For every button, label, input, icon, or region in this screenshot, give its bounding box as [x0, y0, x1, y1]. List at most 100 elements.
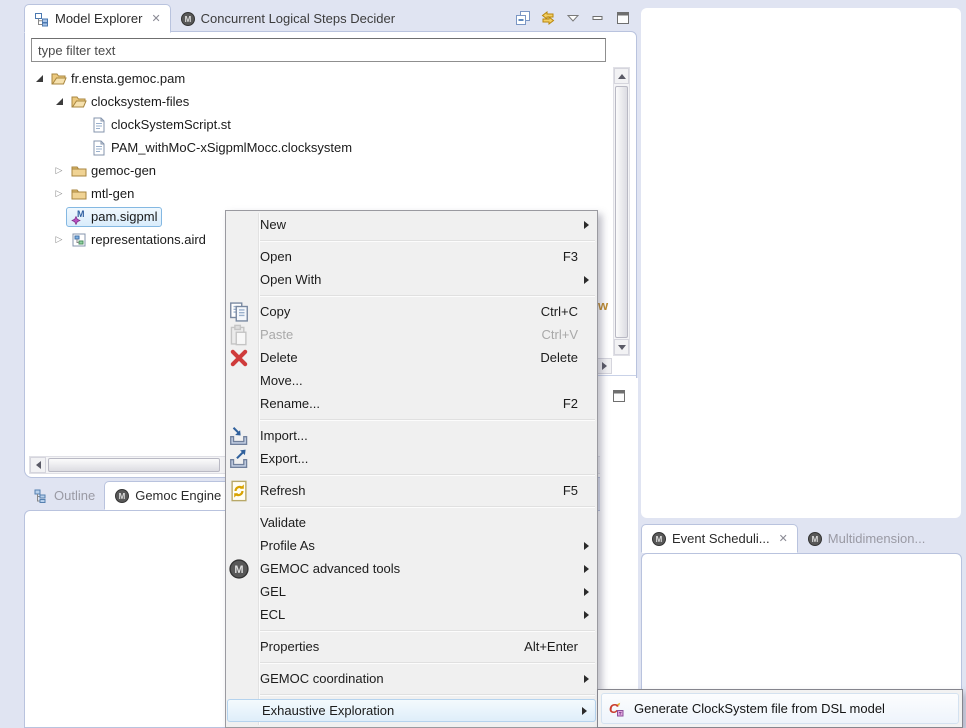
gemoc-icon: M	[114, 488, 130, 504]
menu-item-ecl[interactable]: ECL	[226, 603, 597, 626]
menu-separator	[260, 474, 595, 476]
paste-icon	[228, 324, 250, 346]
close-icon[interactable]: ✕	[779, 532, 788, 545]
tree-item-gemoc-gen[interactable]: gemoc-gen	[26, 159, 606, 182]
tab-concurrent-logical-steps-decider[interactable]: M Concurrent Logical Steps Decider	[171, 5, 404, 32]
menu-separator	[260, 630, 595, 632]
tab-label: Gemoc Engine	[135, 488, 221, 503]
clockgen-icon: C	[608, 701, 624, 717]
file-icon	[91, 140, 107, 156]
tab-multidimensional[interactable]: M Multidimension...	[798, 525, 935, 552]
maximize-icon[interactable]	[615, 10, 631, 26]
close-icon[interactable]: ✕	[151, 12, 160, 25]
vertical-scrollbar[interactable]	[613, 67, 630, 356]
model-explorer-icon	[34, 11, 50, 27]
event-scheduling-tabrow: M Event Scheduli... ✕ M Multidimension..…	[641, 524, 962, 552]
menu-item-rename[interactable]: Rename... F2	[226, 392, 597, 415]
submenu-arrow-icon	[576, 707, 587, 715]
folderOpen-icon	[71, 94, 87, 110]
svg-text:M: M	[656, 535, 663, 544]
submenu-item-label: Generate ClockSystem file from DSL model	[634, 701, 885, 716]
menu-separator	[260, 506, 595, 508]
view-menu-icon[interactable]	[565, 10, 581, 26]
scrollbar-thumb[interactable]	[615, 86, 628, 338]
menu-item-open-with[interactable]: Open With	[226, 268, 597, 291]
svg-text:M: M	[234, 564, 243, 576]
menu-item-import[interactable]: Import...	[226, 424, 597, 447]
submenu-arrow-icon	[578, 221, 589, 229]
expand-arrow[interactable]	[52, 189, 66, 198]
scrollbar-thumb[interactable]	[48, 458, 220, 472]
minimized-view-strip	[600, 378, 638, 728]
scroll-up-button[interactable]	[614, 68, 629, 84]
exhaustive-exploration-submenu: C Generate ClockSystem file from DSL mode…	[597, 689, 963, 728]
menu-item-validate[interactable]: Validate	[226, 511, 597, 534]
refresh-icon	[228, 480, 250, 502]
copy-icon	[228, 301, 250, 323]
svg-text:M: M	[77, 209, 85, 219]
tab-label: Concurrent Logical Steps Decider	[201, 11, 395, 26]
menu-separator	[260, 240, 595, 242]
menu-item-delete[interactable]: Delete Delete	[226, 346, 597, 369]
context-menu: New Open F3 Open With Copy Ctrl+C Paste …	[225, 210, 598, 728]
submenu-arrow-icon	[578, 675, 589, 683]
menu-item-open[interactable]: Open F3	[226, 245, 597, 268]
filter-input[interactable]	[31, 38, 606, 62]
submenu-arrow-icon	[578, 276, 589, 284]
gemoc-icon: M	[228, 558, 250, 580]
tree-item-fr-ensta-gemoc-pam[interactable]: fr.ensta.gemoc.pam	[26, 67, 606, 90]
tab-label: Model Explorer	[55, 11, 142, 26]
tab-label: Event Scheduli...	[672, 531, 770, 546]
menu-separator	[260, 694, 595, 696]
menu-item-refresh[interactable]: Refresh F5	[226, 479, 597, 502]
tree-item-clocksystem-files[interactable]: clocksystem-files	[26, 90, 606, 113]
tree-item-pam-withmoc-xsigpmlmocc-clocksystem[interactable]: PAM_withMoC-xSigpmlMocc.clocksystem	[26, 136, 606, 159]
menu-separator	[260, 662, 595, 664]
menu-item-exhaustive-exploration[interactable]: Exhaustive Exploration	[227, 699, 596, 722]
tree-item-clocksystemscript-st[interactable]: clockSystemScript.st	[26, 113, 606, 136]
scroll-left-button[interactable]	[30, 457, 46, 473]
menu-item-profile-as[interactable]: Profile As	[226, 534, 597, 557]
submenu-arrow-icon	[578, 542, 589, 550]
tab-model-explorer[interactable]: Model Explorer ✕	[24, 4, 171, 33]
menu-item-gemoc-advanced-tools[interactable]: M GEMOC advanced tools	[226, 557, 597, 580]
submenu-item-generate-clocksystem-file-from-dsl-model[interactable]: C Generate ClockSystem file from DSL mode…	[601, 693, 959, 724]
menu-item-gemoc-coordination[interactable]: GEMOC coordination	[226, 667, 597, 690]
export-icon	[228, 448, 250, 470]
scroll-down-button[interactable]	[614, 339, 629, 355]
tab-outline[interactable]: Outline	[24, 482, 104, 509]
import-icon	[228, 425, 250, 447]
menu-item-copy[interactable]: Copy Ctrl+C	[226, 300, 597, 323]
menu-item-export[interactable]: Export...	[226, 447, 597, 470]
menu-item-gel[interactable]: GEL	[226, 580, 597, 603]
outline-icon	[33, 488, 49, 504]
eclipse-workbench: Model Explorer ✕ M Concurrent Logical St…	[0, 0, 966, 728]
expand-arrow[interactable]	[32, 75, 46, 82]
gemoc-icon: M	[180, 11, 196, 27]
file-icon	[91, 117, 107, 133]
submenu-arrow-icon	[578, 588, 589, 596]
menu-item-move[interactable]: Move...	[226, 369, 597, 392]
menu-separator	[260, 419, 595, 421]
expand-arrow[interactable]	[52, 166, 66, 175]
menu-item-new[interactable]: New	[226, 213, 597, 236]
menu-item-paste: Paste Ctrl+V	[226, 323, 597, 346]
tree-item-mtl-gen[interactable]: mtl-gen	[26, 182, 606, 205]
minimize-icon[interactable]	[590, 10, 606, 26]
scroll-right-button[interactable]	[597, 358, 612, 374]
folder-icon	[71, 186, 87, 202]
expand-arrow[interactable]	[52, 235, 66, 244]
maximize-icon[interactable]	[611, 388, 627, 404]
aird-icon	[71, 232, 87, 248]
link-with-editor-icon[interactable]	[540, 10, 556, 26]
svg-text:M: M	[184, 15, 191, 24]
expand-arrow[interactable]	[52, 98, 66, 105]
menu-item-properties[interactable]: Properties Alt+Enter	[226, 635, 597, 658]
submenu-arrow-icon	[578, 611, 589, 619]
collapse-all-icon[interactable]	[515, 10, 531, 26]
delete-icon	[228, 347, 250, 369]
folderOpen-icon	[51, 71, 67, 87]
tab-gemoc-engine[interactable]: M Gemoc Engine	[104, 481, 231, 510]
gemoc-icon: M	[651, 531, 667, 547]
tab-event-scheduling[interactable]: M Event Scheduli... ✕	[641, 524, 798, 553]
